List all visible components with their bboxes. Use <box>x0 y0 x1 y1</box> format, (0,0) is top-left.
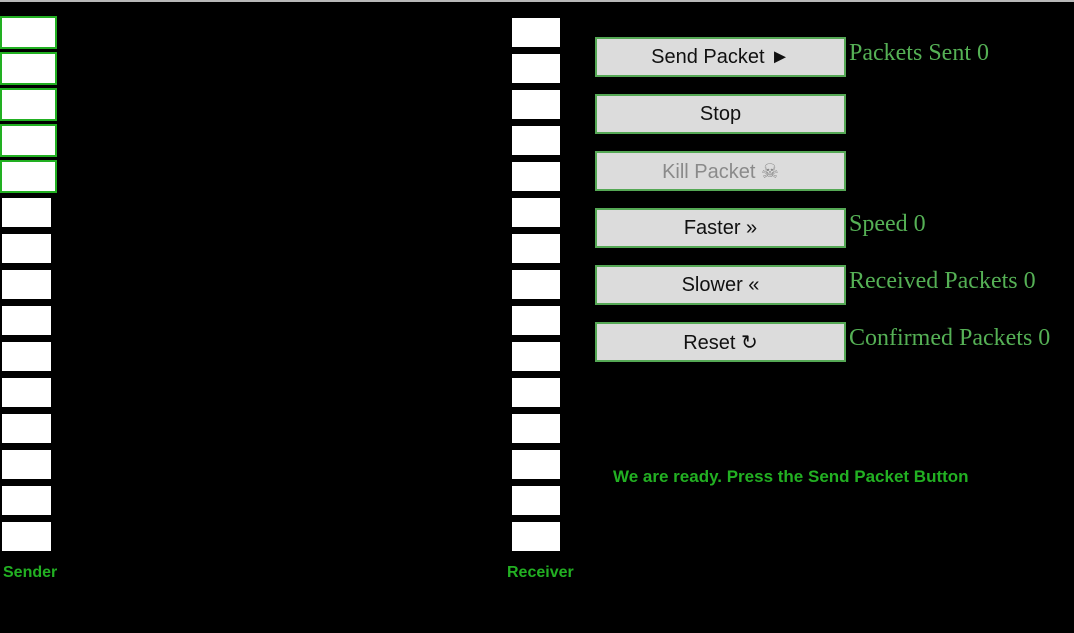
receiver-slot <box>510 376 562 409</box>
sender-slot <box>0 340 53 373</box>
sender-slot <box>0 196 53 229</box>
receiver-slot <box>510 160 562 193</box>
sender-slot <box>0 304 53 337</box>
sender-slot <box>0 268 53 301</box>
speed-counter: Speed 0 <box>849 211 926 237</box>
sender-buffer <box>0 16 57 556</box>
sender-window-slot <box>0 124 57 157</box>
receiver-slot <box>510 412 562 445</box>
sender-slot <box>0 484 53 517</box>
slower-button[interactable]: Slower « <box>595 265 846 305</box>
receiver-slot <box>510 304 562 337</box>
sender-window-slot <box>0 88 57 121</box>
receiver-slot <box>510 520 562 553</box>
sender-slot <box>0 448 53 481</box>
reset-button[interactable]: Reset ↻ <box>595 322 846 362</box>
kill-packet-button[interactable]: Kill Packet ☠ <box>595 151 846 191</box>
sender-slot <box>0 232 53 265</box>
received-packets-counter: Received Packets 0 <box>849 268 1036 294</box>
send-packet-button[interactable]: Send Packet ► <box>595 37 846 77</box>
receiver-slot <box>510 196 562 229</box>
receiver-slot <box>510 16 562 49</box>
faster-button[interactable]: Faster » <box>595 208 846 248</box>
sender-window-slot <box>0 16 57 49</box>
receiver-label: Receiver <box>507 564 574 581</box>
sender-slot <box>0 412 53 445</box>
receiver-slot <box>510 448 562 481</box>
sender-slot <box>0 376 53 409</box>
receiver-slot <box>510 268 562 301</box>
receiver-slot <box>510 484 562 517</box>
stop-button[interactable]: Stop <box>595 94 846 134</box>
top-border <box>0 0 1074 2</box>
receiver-slot <box>510 124 562 157</box>
receiver-slot <box>510 232 562 265</box>
status-message: We are ready. Press the Send Packet Butt… <box>613 467 969 486</box>
sender-slot <box>0 520 53 553</box>
sender-window-slot <box>0 52 57 85</box>
receiver-slot <box>510 52 562 85</box>
sender-window-slot <box>0 160 57 193</box>
packets-sent-counter: Packets Sent 0 <box>849 40 989 66</box>
confirmed-packets-counter: Confirmed Packets 0 <box>849 325 1051 351</box>
sender-label: Sender <box>3 564 58 581</box>
receiver-slot <box>510 340 562 373</box>
receiver-slot <box>510 88 562 121</box>
receiver-buffer <box>510 16 562 556</box>
